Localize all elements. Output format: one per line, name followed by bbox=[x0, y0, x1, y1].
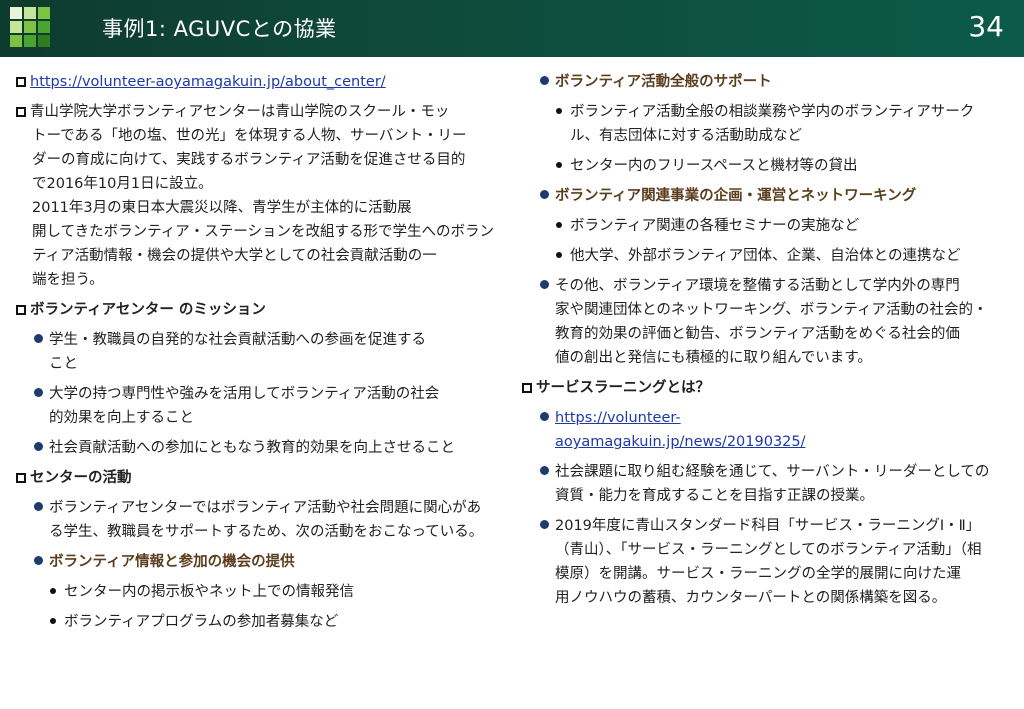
round-bullet-icon bbox=[540, 280, 549, 289]
service-learning-desc: 社会課題に取り組む経験を通じて、サーバント・リーダーとしての 資質・能力を育成す… bbox=[522, 460, 1010, 508]
intro-line: ティア活動情報・機会の提供や大学としての社会貢献活動の一 bbox=[32, 248, 437, 264]
round-bullet-icon bbox=[34, 388, 43, 397]
service-learning-2019: 2019年度に青山スタンダード科目「サービス・ラーニングⅠ・Ⅱ」 （青山）、「サ… bbox=[522, 514, 1010, 610]
intro-line: 端を担う。 bbox=[32, 272, 104, 288]
square-bullet-icon bbox=[522, 383, 532, 393]
round-bullet-icon bbox=[34, 502, 43, 511]
intro-block: 青山学院大学ボランティアセンターは青山学院のスクール・モッ トーである「地の塩、… bbox=[16, 100, 504, 292]
info-item: センター内の掲示板やネット上での情報発信 bbox=[16, 580, 504, 604]
small-bullet-icon bbox=[556, 222, 562, 228]
round-bullet-icon bbox=[540, 76, 549, 85]
right-column: ボランティア活動全般のサポート ボランティア活動全般の相談業務や学内のボランティ… bbox=[522, 70, 1010, 616]
square-bullet-icon bbox=[16, 77, 26, 87]
round-bullet-icon bbox=[540, 412, 549, 421]
news-link[interactable]: aoyamagakuin.jp/news/20190325/ bbox=[555, 434, 806, 450]
slide-header: 事例1: AGUVCとの協業 34 bbox=[0, 0, 1024, 57]
intro-line: ダーの育成に向けて、実践するボランティア活動を促進させる目的 bbox=[32, 152, 466, 168]
square-bullet-icon bbox=[16, 305, 26, 315]
service-learning-heading: サービスラーニングとは？ bbox=[522, 376, 1010, 400]
round-bullet-icon bbox=[540, 466, 549, 475]
page-number: 34 bbox=[968, 10, 1004, 43]
mission-item: 大学の持つ専門性や強みを活用してボランティア活動の社会 的効果を向上すること bbox=[16, 382, 504, 430]
round-bullet-icon bbox=[540, 190, 549, 199]
mission-item: 社会貢献活動への参加にともなう教育的効果を向上させること bbox=[16, 436, 504, 460]
planning-item: ボランティア関連の各種セミナーの実施など bbox=[522, 214, 1010, 238]
activity-intro: ボランティアセンターではボランティア活動や社会問題に関心があ る学生、教職員をサ… bbox=[16, 496, 504, 544]
intro-line: 2011年3月の東日本大震災以降、青学生が主体的に活動展 bbox=[32, 200, 412, 216]
small-bullet-icon bbox=[556, 162, 562, 168]
round-bullet-icon bbox=[34, 334, 43, 343]
about-center-link[interactable]: https://volunteer-aoyamagakuin.jp/about_… bbox=[30, 74, 386, 90]
planning-heading: ボランティア関連事業の企画・運営とネットワーキング bbox=[522, 184, 1010, 208]
about-link-row: https://volunteer-aoyamagakuin.jp/about_… bbox=[16, 70, 504, 94]
support-item: センター内のフリースペースと機材等の貸出 bbox=[522, 154, 1010, 178]
info-item: ボランティアプログラムの参加者募集など bbox=[16, 610, 504, 634]
round-bullet-icon bbox=[540, 520, 549, 529]
other-activities: その他、ボランティア環境を整備する活動として学内外の専門 家や関連団体とのネット… bbox=[522, 274, 1010, 370]
slide-title: 事例1: AGUVCとの協業 bbox=[102, 17, 337, 41]
square-bullet-icon bbox=[16, 107, 26, 117]
left-column: https://volunteer-aoyamagakuin.jp/about_… bbox=[16, 70, 504, 640]
small-bullet-icon bbox=[556, 252, 562, 258]
small-bullet-icon bbox=[50, 588, 56, 594]
planning-item: 他大学、外部ボランティア団体、企業、自治体との連携など bbox=[522, 244, 1010, 268]
intro-line: 青山学院大学ボランティアセンターは青山学院のスクール・モッ bbox=[30, 104, 450, 120]
intro-line: で2016年10月1日に設立。 bbox=[32, 176, 213, 192]
logo-grid-icon bbox=[10, 7, 50, 47]
mission-item: 学生・教職員の自発的な社会貢献活動への参画を促進する こと bbox=[16, 328, 504, 376]
round-bullet-icon bbox=[34, 556, 43, 565]
small-bullet-icon bbox=[556, 108, 562, 114]
small-bullet-icon bbox=[50, 618, 56, 624]
intro-line: トーである「地の塩、世の光」を体現する人物、サーバント・リー bbox=[32, 128, 467, 144]
support-heading: ボランティア活動全般のサポート bbox=[522, 70, 1010, 94]
mission-heading: ボランティアセンター のミッション bbox=[16, 298, 504, 322]
round-bullet-icon bbox=[34, 442, 43, 451]
service-learning-link-row: https://volunteer- aoyamagakuin.jp/news/… bbox=[522, 406, 1010, 454]
info-heading: ボランティア情報と参加の機会の提供 bbox=[16, 550, 504, 574]
news-link[interactable]: https://volunteer- bbox=[555, 410, 681, 426]
square-bullet-icon bbox=[16, 473, 26, 483]
intro-line: 開してきたボランティア・ステーションを改組する形で学生へのボラン bbox=[32, 224, 494, 240]
activity-heading: センターの活動 bbox=[16, 466, 504, 490]
support-item: ボランティア活動全般の相談業務や学内のボランティアサーク ル、有志団体に対する活… bbox=[522, 100, 1010, 148]
